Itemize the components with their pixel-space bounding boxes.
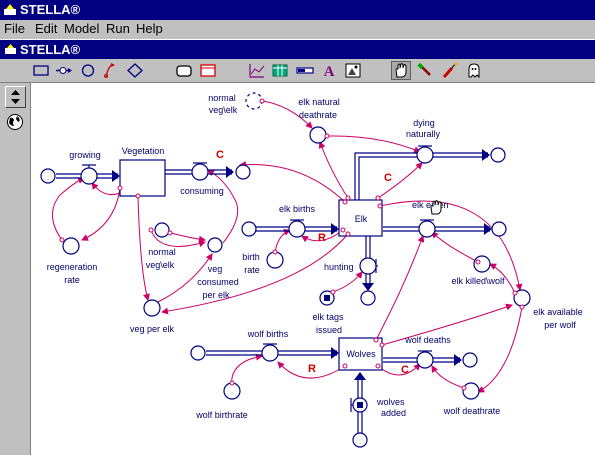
connector[interactable]: [477, 306, 523, 393]
stock-vegetation[interactable]: Vegetation: [119, 146, 166, 197]
flow-hunting[interactable]: hunting: [324, 257, 378, 275]
flow-label-wolf-deaths: wolf deaths: [404, 335, 451, 345]
flow-elk-births[interactable]: elk births: [279, 204, 316, 238]
connector[interactable]: [375, 235, 425, 341]
flow-growing[interactable]: growing: [69, 150, 101, 185]
converter-label-per-wolf: per wolf: [544, 320, 576, 330]
connector[interactable]: [332, 271, 363, 293]
flow-label-wolf-births: wolf births: [247, 329, 289, 339]
connector[interactable]: [274, 229, 291, 253]
flow-label-hunting: hunting: [324, 262, 354, 272]
connector[interactable]: [81, 187, 121, 241]
sink-cloud[interactable]: [235, 164, 251, 180]
converter-label-veg-per-elk: veg per elk: [130, 324, 175, 334]
converter-label-consumed: consumed: [197, 277, 239, 287]
flow-label-consuming: consuming: [180, 186, 224, 196]
connector[interactable]: [170, 232, 206, 243]
converter-elk-tags-issued[interactable]: elk tags issued: [312, 290, 344, 335]
connector[interactable]: [137, 195, 150, 301]
source-cloud[interactable]: [352, 432, 368, 448]
sink-cloud[interactable]: [360, 290, 376, 306]
loop-label-elk-births: R: [318, 232, 326, 244]
connectors: [52, 100, 523, 393]
converter-label-issued: issued: [316, 325, 342, 335]
loop-label-elk-dying: C: [384, 172, 392, 184]
stock-label-vegetation: Vegetation: [122, 146, 165, 156]
flow-wolf-deaths[interactable]: wolf deaths: [404, 335, 451, 369]
ghost-converter-normal-veg-elk[interactable]: normal veg\elk: [208, 92, 263, 115]
converter-label-rate: rate: [64, 275, 80, 285]
flow-wolf-births[interactable]: wolf births: [247, 329, 289, 362]
converter-label-veg: veg: [208, 264, 223, 274]
converter-elk-available-per-wolf[interactable]: elk available per wolf: [513, 289, 583, 330]
converter-label-elk-killed-wolf: elk killed\wolf: [451, 276, 505, 286]
flow-label-growing: growing: [69, 150, 101, 160]
connector[interactable]: [91, 182, 123, 195]
connector[interactable]: [52, 177, 85, 241]
converter-label-birth: birth: [242, 252, 260, 262]
flow-label-added: added: [381, 408, 406, 418]
connector[interactable]: [431, 365, 465, 389]
sink-cloud[interactable]: [462, 352, 478, 368]
converter-birth-rate[interactable]: birth rate: [242, 251, 284, 275]
converter-label-elk-natural: elk natural: [298, 97, 340, 107]
converter-label-wolf-birthrate: wolf birthrate: [195, 410, 248, 420]
stock-flow-diagram: Vegetation Elk Wolves growing consuming …: [40, 92, 583, 448]
source-cloud[interactable]: [241, 221, 257, 237]
flow-label-dying: dying: [413, 118, 435, 128]
loop-label-wolf-births: R: [308, 363, 316, 375]
converter-label-deathrate: deathrate: [299, 110, 337, 120]
ghost-label-normal: normal: [208, 93, 236, 103]
converter-wolf-deathrate[interactable]: wolf deathrate: [443, 382, 501, 416]
stock-elk[interactable]: Elk: [338, 199, 383, 237]
flow-label-elk-births: elk births: [279, 204, 316, 214]
converter-label-veg-elk: veg\elk: [146, 260, 175, 270]
connector[interactable]: [431, 231, 479, 263]
connector[interactable]: [239, 161, 346, 203]
connector-taps: [59, 98, 525, 391]
clouds: [40, 147, 507, 448]
flow-consuming[interactable]: consuming: [180, 162, 224, 196]
hand-cursor-icon: [430, 200, 442, 215]
source-cloud[interactable]: [40, 168, 56, 184]
converter-label-elk-available: elk available: [533, 307, 583, 317]
flow-label-naturally: naturally: [406, 129, 441, 139]
flow-label-elk-eaten: elk eaten: [412, 200, 449, 210]
converter-label-regeneration: regeneration: [47, 262, 98, 272]
sink-cloud[interactable]: [490, 147, 506, 163]
connector[interactable]: [207, 169, 239, 244]
converter-label-wolf-deathrate: wolf deathrate: [443, 406, 501, 416]
connector[interactable]: [231, 353, 263, 389]
loop-label-wolf-deaths: C: [401, 364, 409, 376]
converter-label-per-elk: per elk: [202, 290, 230, 300]
ghost-label-veg-elk: veg\elk: [209, 105, 238, 115]
sink-cloud[interactable]: [491, 221, 507, 237]
stock-label-wolves: Wolves: [346, 349, 376, 359]
converter-label-elk-tags: elk tags: [312, 312, 344, 322]
connector[interactable]: [318, 141, 349, 199]
converter-regeneration-rate[interactable]: regeneration rate: [47, 237, 98, 285]
converter-veg-consumed-per-elk[interactable]: veg consumed per elk: [197, 237, 239, 300]
converter-wolf-birthrate[interactable]: wolf birthrate: [195, 382, 248, 420]
converter-veg-per-elk[interactable]: veg per elk: [130, 299, 175, 334]
converter-label-birth-rate: rate: [244, 265, 260, 275]
connector[interactable]: [377, 363, 421, 376]
loop-label-veg-consuming: C: [216, 149, 224, 161]
flow-label-wolves: wolves: [376, 397, 405, 407]
flow-dying-naturally[interactable]: dying naturally: [406, 118, 441, 164]
source-cloud[interactable]: [190, 345, 206, 361]
flow-wolves-added[interactable]: wolves added: [350, 397, 406, 418]
stock-label-elk: Elk: [355, 214, 368, 224]
converter-label-normal: normal: [148, 247, 176, 257]
